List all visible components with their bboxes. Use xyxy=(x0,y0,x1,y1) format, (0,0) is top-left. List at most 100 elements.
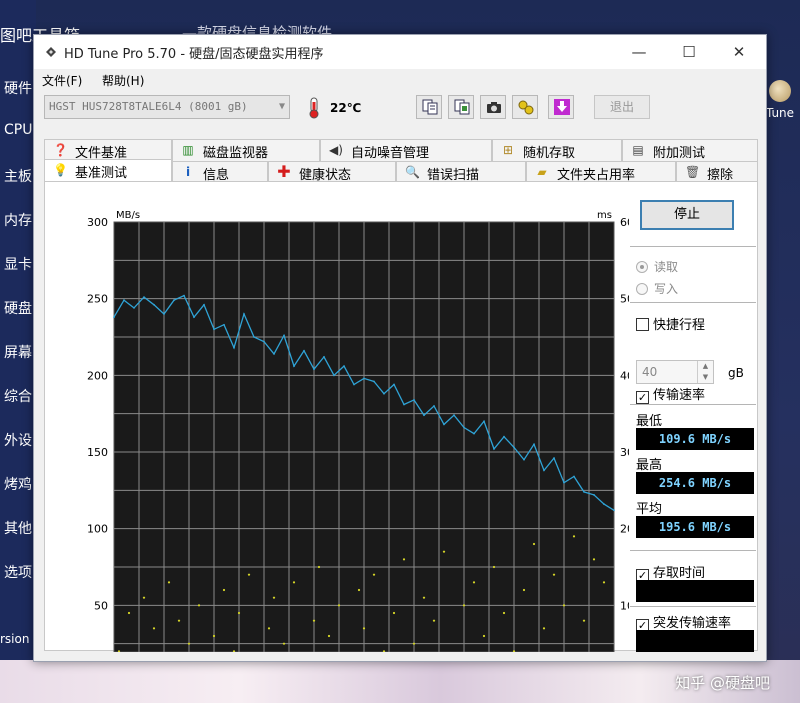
transfer-rate-point xyxy=(573,475,575,478)
divider xyxy=(630,302,756,303)
bg-sidebar-item[interactable]: 硬盘 xyxy=(4,298,32,318)
tab-folder-usage[interactable]: ▰ 文件夹占用率 xyxy=(526,161,676,183)
access-time-point xyxy=(222,588,226,592)
write-radio[interactable]: 写入 xyxy=(636,280,678,297)
tab-erase[interactable]: 🗑 擦除 xyxy=(676,161,758,183)
y-right-tick-label: 60 xyxy=(620,216,629,229)
tab-random-access[interactable]: ⊞ 随机存取 xyxy=(492,139,622,161)
transfer-rate-point xyxy=(613,509,615,512)
copy-text-button[interactable] xyxy=(416,95,442,119)
access-time-point xyxy=(317,565,321,569)
transfer-rate-point xyxy=(593,494,595,496)
close-button[interactable]: ✕ xyxy=(716,35,762,69)
access-time-point xyxy=(482,634,486,638)
access-time-point xyxy=(472,581,476,584)
save-button[interactable] xyxy=(548,95,574,119)
access-time-point xyxy=(212,634,216,638)
access-time-point xyxy=(552,573,556,576)
transfer-rate-point xyxy=(293,365,295,368)
copy-image-icon xyxy=(454,99,470,115)
bg-sidebar-item[interactable]: 硬件 xyxy=(4,78,32,98)
hdtune-app-icon xyxy=(46,47,56,57)
read-radio[interactable]: 读取 xyxy=(636,258,678,275)
bg-sidebar-item[interactable]: 显卡 xyxy=(4,254,32,274)
access-time-point xyxy=(142,596,146,599)
access-time-point xyxy=(282,642,286,645)
tab-disk-monitor[interactable]: ▥ 磁盘监视器 xyxy=(172,139,320,161)
transfer-rate-point xyxy=(313,368,315,371)
exit-button[interactable]: 退出 xyxy=(594,95,650,119)
write-radio-label: 写入 xyxy=(654,282,679,296)
y-right-tick-label: 30 xyxy=(620,446,629,459)
max-value: 254.6 MB/s xyxy=(636,472,754,494)
tab-label: 自动噪音管理 xyxy=(351,146,430,161)
tab-benchmark[interactable]: 💡 基准测试 xyxy=(44,159,172,183)
y-left-tick-label: 50 xyxy=(94,599,108,612)
random-access-icon: ⊞ xyxy=(502,143,514,157)
tab-health[interactable]: ✚ 健康状态 xyxy=(268,161,396,183)
tab-label: 随机存取 xyxy=(523,146,576,161)
gb-stepper-value: 40 xyxy=(642,365,658,379)
bg-version-text: rsion : xyxy=(0,632,38,646)
access-time-point xyxy=(292,581,296,584)
burst-rate-checkbox[interactable]: ✓ 突发传输速率 xyxy=(636,612,731,632)
transfer-rate-point xyxy=(583,490,585,493)
avg-label: 平均 xyxy=(636,502,663,517)
minimize-button[interactable]: — xyxy=(616,35,662,69)
tab-label: 磁盘监视器 xyxy=(203,146,269,161)
min-value: 109.6 MB/s xyxy=(636,428,754,450)
title-bar[interactable]: HD Tune Pro 5.70 - 硬盘/固态硬盘实用程序 — ☐ ✕ xyxy=(34,35,766,69)
bg-sidebar-item[interactable]: 外设 xyxy=(4,430,32,450)
hdtune-window: HD Tune Pro 5.70 - 硬盘/固态硬盘实用程序 — ☐ ✕ 文件(… xyxy=(33,34,767,662)
options-button[interactable] xyxy=(512,95,538,119)
tab-error-scan[interactable]: 🔍 错误扫描 xyxy=(396,161,526,183)
bg-sidebar-item[interactable]: CPU xyxy=(4,122,32,138)
access-time-point xyxy=(572,535,576,538)
stepper-arrows[interactable]: ▲ ▼ xyxy=(697,361,713,383)
bg-sidebar-item[interactable]: 其他 xyxy=(4,518,32,538)
transfer-rate-point xyxy=(203,303,205,306)
gb-stepper[interactable]: 40 ▲ ▼ xyxy=(636,360,714,384)
tab-noise-management[interactable]: ◀) 自动噪音管理 xyxy=(320,139,492,161)
access-time-checkbox[interactable]: ✓ 存取时间 xyxy=(636,562,705,582)
tab-extra-tests[interactable]: ▤ 附加测试 xyxy=(622,139,758,161)
trash-icon: 🗑 xyxy=(685,165,701,179)
read-radio-label: 读取 xyxy=(654,260,679,274)
bg-sidebar-item[interactable]: 内存 xyxy=(4,210,32,230)
drive-select[interactable]: HGST HUS728T8TALE6L4 (8001 gB) ▼ xyxy=(44,95,290,119)
radio-indicator xyxy=(636,261,648,273)
copy-image-button[interactable] xyxy=(448,95,474,119)
access-time-point xyxy=(392,611,396,615)
transfer-rate-point xyxy=(423,414,425,417)
transfer-rate-point xyxy=(563,481,565,484)
access-time-point xyxy=(247,573,251,576)
menu-file[interactable]: 文件(F) xyxy=(42,72,82,89)
bg-sidebar-item[interactable]: 屏幕 xyxy=(4,342,32,362)
transfer-rate-checkbox[interactable]: ✓ 传输速率 xyxy=(636,384,705,404)
access-time-point xyxy=(412,642,416,645)
bg-sidebar-item[interactable]: 综合 xyxy=(4,386,32,406)
transfer-rate-point xyxy=(123,299,125,302)
transfer-rate-point xyxy=(273,352,275,355)
temperature-readout: 22℃ xyxy=(330,101,362,115)
transfer-rate-point xyxy=(473,432,475,435)
radio-indicator xyxy=(636,283,648,295)
desktop-shortcut-hdtune[interactable]: Tune xyxy=(764,80,796,120)
thermometer-icon xyxy=(309,97,319,119)
bg-sidebar-item[interactable]: 烤鸡 xyxy=(4,474,32,494)
benchmark-side-panel: 停止 读取 写入 快捷行程 40 ▲ ▼ gB ✓ 传输速率 最低 109.6 MB… xyxy=(630,182,756,652)
menu-help[interactable]: 帮助(H) xyxy=(102,72,144,89)
tab-file-benchmark[interactable]: ❓ 文件基准 xyxy=(44,139,172,161)
background-app: 图吧工具箱 硬件 CPU 主板 内存 显卡 硬盘 屏幕 综合 外设 烤鸡 其他 … xyxy=(0,0,80,660)
maximize-button[interactable]: ☐ xyxy=(666,35,712,69)
tab-info[interactable]: i 信息 xyxy=(172,161,268,183)
drive-select-value: HGST HUS728T8TALE6L4 (8001 gB) xyxy=(49,100,248,113)
screenshot-button[interactable] xyxy=(480,95,506,119)
bg-sidebar-item[interactable]: 选项 xyxy=(4,562,32,582)
benchmark-panel: 300 250 200 150 100 50 60 50 40 30 20 10 MB/s ms 停止 读… xyxy=(44,181,758,652)
divider xyxy=(630,550,756,551)
stop-button[interactable]: 停止 xyxy=(640,200,734,230)
transfer-rate-point xyxy=(513,446,515,449)
quick-stroke-checkbox[interactable]: 快捷行程 xyxy=(636,314,705,333)
bg-sidebar-item[interactable]: 主板 xyxy=(4,166,32,186)
